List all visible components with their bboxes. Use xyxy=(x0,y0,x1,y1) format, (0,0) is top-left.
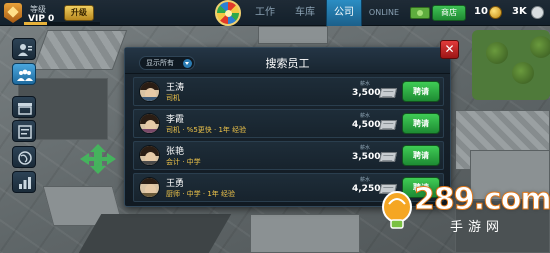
salary-caption: 薪水 xyxy=(360,113,371,119)
world-button[interactable] xyxy=(12,146,36,168)
dialog-title: 搜索员工 xyxy=(265,57,310,70)
money-count: 3K xyxy=(512,6,527,17)
employee-avatar xyxy=(139,145,160,166)
employee-name: 王勇 xyxy=(166,179,185,189)
employee-avatar xyxy=(139,113,160,134)
hire-button[interactable]: 聘请 xyxy=(402,81,440,102)
building xyxy=(250,214,360,253)
world-icon xyxy=(18,151,32,165)
move-marker-icon[interactable] xyxy=(76,142,120,176)
tree xyxy=(530,36,550,58)
building xyxy=(258,26,328,44)
upgrade-button[interactable]: 升级 xyxy=(64,5,94,21)
road xyxy=(78,214,232,253)
employee-row: 李霞 司机 · %5更快 · 1年 经验 薪水 4,500 聘请 xyxy=(133,109,444,138)
tab-garage[interactable]: 车库 xyxy=(286,0,324,26)
cash-stack-icon xyxy=(410,7,430,19)
level-badge[interactable]: 等级 VIP 0 xyxy=(4,2,60,24)
employee-avatar xyxy=(139,177,160,198)
tree xyxy=(486,42,508,64)
coins-count: 10 xyxy=(474,6,488,17)
close-button[interactable]: ✕ xyxy=(440,40,459,59)
salary-caption: 薪水 xyxy=(360,81,371,87)
employee-avatar xyxy=(139,81,160,102)
silver-coin-icon[interactable] xyxy=(531,6,544,19)
cash-icon xyxy=(378,120,398,130)
level-progress-bar xyxy=(24,22,100,25)
building-roof xyxy=(32,30,128,70)
garage-button[interactable] xyxy=(12,96,36,118)
profile-icon xyxy=(18,44,32,56)
tab-work[interactable]: 工作 xyxy=(248,0,282,26)
stats-icon xyxy=(19,177,31,189)
staff-icon xyxy=(17,69,33,81)
rank-shield-icon xyxy=(4,3,22,23)
shop-area[interactable]: 商店 xyxy=(410,4,466,22)
employee-name: 李霞 xyxy=(166,115,185,125)
cash-icon xyxy=(378,152,398,162)
hire-button[interactable]: 聘请 xyxy=(402,145,440,166)
employee-row: 张艳 会计 · 中学 薪水 3,500 聘请 xyxy=(133,141,444,170)
salary-value: 3,500 xyxy=(352,152,381,162)
cash-icon xyxy=(378,88,398,98)
watermark-text: 289.com xyxy=(414,182,550,218)
salary-caption: 薪水 xyxy=(360,145,371,151)
tab-company[interactable]: 公司 xyxy=(326,0,362,26)
employee-role: 厨师 · 中学 · 1年 经验 xyxy=(166,190,236,198)
tasks-icon xyxy=(18,125,32,139)
salary-value: 3,500 xyxy=(352,88,381,98)
staff-button[interactable] xyxy=(12,63,36,85)
gold-coin-icon[interactable] xyxy=(489,6,502,19)
salary-value: 4,500 xyxy=(352,120,381,130)
shop-button[interactable]: 商店 xyxy=(432,5,466,21)
watermark-subtext: 手游网 xyxy=(450,220,505,235)
dialog-header: 显示所有 搜索员工 xyxy=(125,48,450,74)
lucky-wheel-button[interactable] xyxy=(212,0,244,26)
employee-name: 张艳 xyxy=(166,147,185,157)
tasks-button[interactable] xyxy=(12,120,36,142)
employee-row: 王涛 司机 薪水 3,500 聘请 xyxy=(133,77,444,106)
employee-name: 王涛 xyxy=(166,83,185,93)
stats-button[interactable] xyxy=(12,171,36,193)
hire-button[interactable]: 聘请 xyxy=(402,113,440,134)
employee-role: 会计 · 中学 xyxy=(166,158,201,166)
garage-icon xyxy=(18,103,32,115)
employee-role: 司机 xyxy=(166,94,180,102)
top-hud: 等级 VIP 0 升级 工作 车库 公司 ONLINE 商店 10 3K xyxy=(0,0,550,26)
level-progress-fill xyxy=(24,22,47,25)
tab-online[interactable]: ONLINE xyxy=(366,0,402,26)
profile-button[interactable] xyxy=(12,38,36,60)
tree xyxy=(512,62,534,84)
site-watermark: 289.com 手游网 xyxy=(374,178,550,240)
salary-caption: 薪水 xyxy=(360,177,371,183)
employee-role: 司机 · %5更快 · 1年 经验 xyxy=(166,126,247,134)
lightbulb-logo-icon xyxy=(382,191,412,229)
